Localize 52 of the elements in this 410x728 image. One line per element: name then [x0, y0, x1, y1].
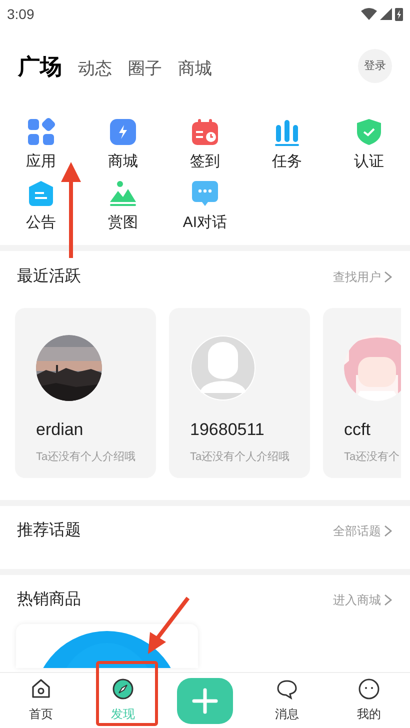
tab[interactable]: 动态 — [78, 56, 112, 82]
user-bio: Ta还没有个人介绍哦 — [36, 450, 135, 464]
user-name: 19680511 — [190, 419, 266, 441]
status-time: 3:09 — [7, 4, 34, 24]
chevron-right-icon — [383, 594, 393, 606]
shortcut-button[interactable]: AI对话 — [164, 178, 246, 233]
user-card[interactable]: 19680511 Ta还没有个人介绍哦 — [169, 308, 310, 478]
shield-check-icon — [354, 117, 384, 147]
section-title: 推荐话题 — [17, 520, 81, 541]
user-bio: Ta还没有个人介绍哦 — [190, 450, 289, 464]
bar-chart-icon — [272, 117, 302, 147]
user-card[interactable]: erdian Ta还没有个人介绍哦 — [15, 308, 156, 478]
compass-icon — [112, 678, 134, 700]
shortcut-button[interactable]: 任务 — [246, 117, 328, 172]
user-name: ccft — [344, 419, 372, 441]
section-title: 热销商品 — [17, 590, 81, 610]
nav-tab[interactable]: 我的 — [357, 678, 381, 723]
grid-icon — [26, 117, 56, 147]
lightning-icon — [108, 117, 138, 147]
chevron-right-icon — [383, 271, 393, 283]
shortcut-button[interactable]: 应用 — [0, 117, 82, 172]
user-bio: Ta还没有个 — [344, 450, 401, 464]
nav-tab[interactable]: 消息 — [275, 678, 299, 723]
add-button[interactable] — [177, 678, 233, 724]
mountain-image-icon — [108, 178, 138, 208]
tab[interactable]: 商城 — [178, 56, 212, 82]
shortcut-button[interactable]: 商城 — [82, 117, 164, 172]
default-avatar-icon — [190, 335, 256, 401]
battery-icon — [395, 7, 403, 21]
section-title: 最近活跃 — [17, 266, 81, 287]
tab[interactable]: 广场 — [18, 50, 62, 82]
signal-icon — [380, 8, 392, 20]
product-card[interactable] — [16, 624, 198, 668]
shortcut-button[interactable]: 赏图 — [82, 178, 164, 233]
annotation-box — [96, 661, 158, 726]
calendar-icon — [190, 117, 220, 147]
plus-icon — [192, 688, 218, 714]
nav-tab[interactable]: 首页 — [29, 678, 53, 723]
notice-board-icon — [26, 178, 56, 208]
shortcut-button[interactable]: 签到 — [164, 117, 246, 172]
chevron-right-icon — [383, 525, 393, 537]
shortcut-button[interactable]: 认证 — [328, 117, 410, 172]
shortcut-button[interactable]: 公告 — [0, 178, 82, 233]
user-card[interactable]: ccft Ta还没有个 — [323, 308, 401, 478]
tab[interactable]: 圈子 — [128, 56, 162, 82]
home-icon — [30, 678, 52, 700]
user-name: erdian — [36, 419, 84, 441]
wifi-icon — [361, 8, 377, 20]
chat-bubble-icon — [190, 178, 220, 208]
smiley-face-icon — [358, 678, 380, 700]
chat-bubble-icon — [276, 678, 298, 700]
login-button[interactable]: 登录 — [358, 49, 392, 83]
